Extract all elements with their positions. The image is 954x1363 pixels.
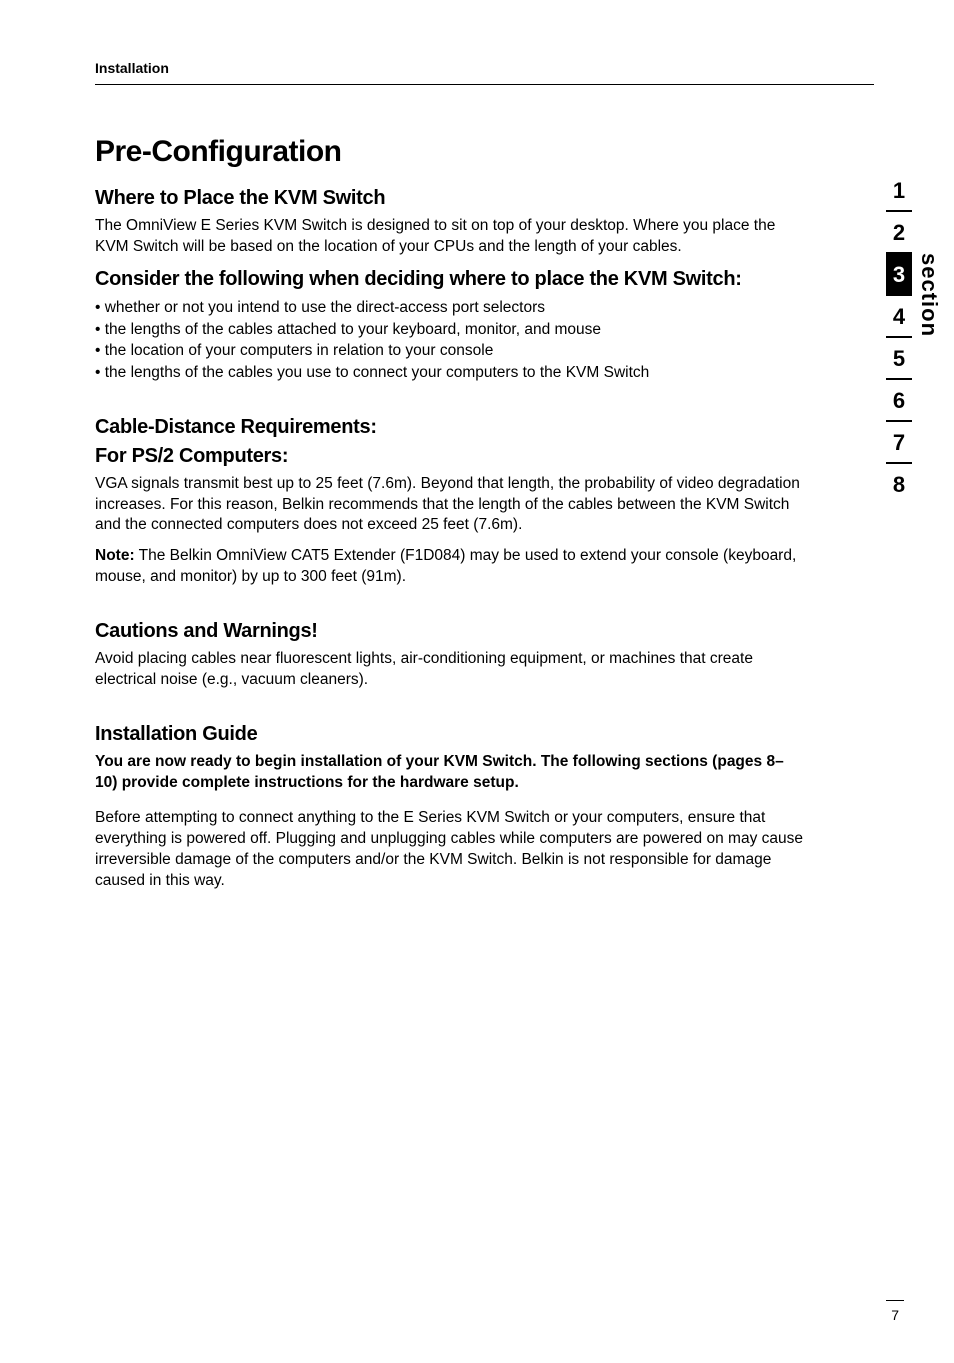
page-title: Pre-Configuration — [95, 135, 805, 169]
page-number-rule — [886, 1300, 904, 1301]
note-label: Note: — [95, 547, 135, 564]
install-guide-heading: Installation Guide — [95, 723, 805, 746]
ps2-heading: For PS/2 Computers: — [95, 445, 805, 468]
where-to-place-heading: Where to Place the KVM Switch — [95, 187, 805, 210]
nav-item-8[interactable]: 8 — [886, 464, 912, 504]
header-section-title: Installation — [95, 60, 874, 76]
install-guide-bold: You are now ready to begin installation … — [95, 752, 805, 794]
bullet-item: the lengths of the cables you use to con… — [95, 362, 805, 384]
install-guide-body: Before attempting to connect anything to… — [95, 808, 805, 892]
bullet-item: the location of your computers in relati… — [95, 340, 805, 362]
ps2-body: VGA signals transmit best up to 25 feet … — [95, 474, 805, 537]
nav-item-3[interactable]: 3 — [886, 254, 912, 296]
note-body: The Belkin OmniView CAT5 Extender (F1D08… — [95, 547, 796, 585]
section-nav: 1 2 3 4 5 6 7 8 — [886, 170, 912, 504]
cautions-heading: Cautions and Warnings! — [95, 620, 805, 643]
ps2-note: Note: The Belkin OmniView CAT5 Extender … — [95, 546, 805, 588]
nav-item-5[interactable]: 5 — [886, 338, 912, 380]
nav-item-6[interactable]: 6 — [886, 380, 912, 422]
where-to-place-body: The OmniView E Series KVM Switch is desi… — [95, 216, 805, 258]
main-content: Pre-Configuration Where to Place the KVM… — [95, 135, 805, 892]
nav-item-1[interactable]: 1 — [886, 170, 912, 212]
nav-item-2[interactable]: 2 — [886, 212, 912, 254]
bullet-item: whether or not you intend to use the dir… — [95, 297, 805, 319]
bullet-item: the lengths of the cables attached to yo… — [95, 319, 805, 341]
nav-item-4[interactable]: 4 — [886, 296, 912, 338]
consider-heading: Consider the following when deciding whe… — [95, 268, 805, 291]
cautions-body: Avoid placing cables near fluorescent li… — [95, 649, 805, 691]
header-divider — [95, 84, 874, 85]
section-vertical-label: section — [916, 253, 942, 337]
cable-distance-heading: Cable-Distance Requirements: — [95, 416, 805, 439]
page-number: 7 — [891, 1307, 899, 1323]
consider-bullets: whether or not you intend to use the dir… — [95, 297, 805, 384]
nav-item-7[interactable]: 7 — [886, 422, 912, 464]
